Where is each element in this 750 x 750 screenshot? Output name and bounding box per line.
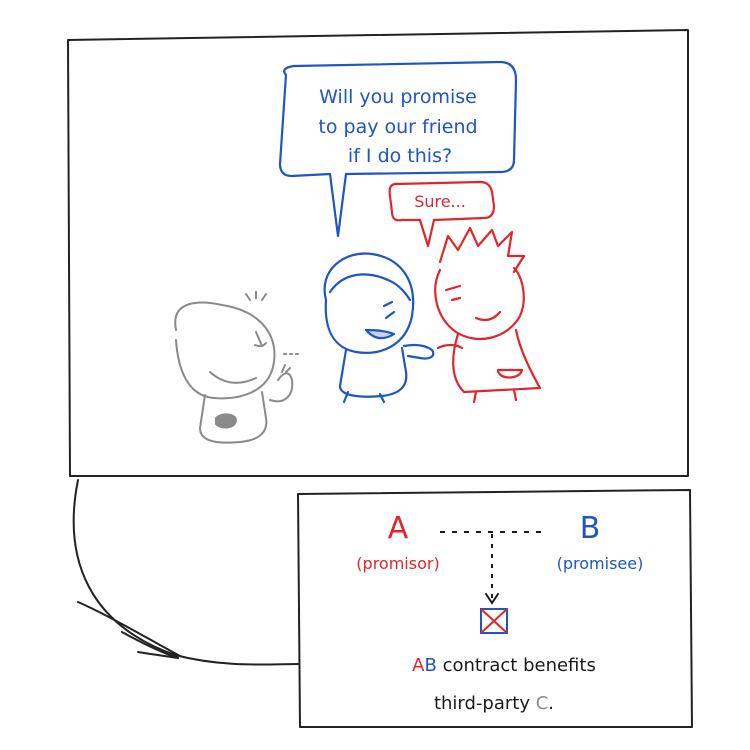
crossed-box-icon bbox=[480, 608, 508, 634]
red-speech-bubble: Sure... bbox=[388, 180, 496, 248]
party-a-label: A bbox=[388, 511, 409, 546]
blue-speech-bubble: Will you promise to pay our friend if I … bbox=[278, 60, 518, 238]
red-character bbox=[434, 226, 542, 404]
caption-c: C bbox=[536, 693, 549, 714]
red-speech-text: Sure... bbox=[414, 192, 466, 211]
gray-character bbox=[174, 291, 299, 444]
comic-canvas: Will you promise to pay our friend if I … bbox=[67, 29, 693, 728]
caption-line-1: AB contract benefits bbox=[412, 655, 596, 676]
blue-speech-line-1: Will you promise bbox=[319, 86, 477, 108]
party-a-role: (promisor) bbox=[356, 554, 439, 573]
caption-third-party: third-party bbox=[434, 693, 536, 714]
blue-character bbox=[323, 252, 435, 404]
caption-a: A bbox=[412, 655, 425, 676]
caption-mid: contract benefits bbox=[437, 655, 596, 676]
caption-line-2: third-party C. bbox=[434, 693, 554, 714]
blue-speech-line-3: if I do this? bbox=[348, 145, 452, 167]
caption-b: B bbox=[425, 655, 437, 676]
contract-diagram: A (promisor) B (promisee) AB contract be… bbox=[356, 511, 643, 714]
panel-connector bbox=[72, 479, 299, 666]
blue-speech-line-2: to pay our friend bbox=[318, 116, 477, 138]
party-b-role: (promisee) bbox=[557, 554, 644, 573]
caption-end: . bbox=[548, 693, 554, 714]
party-b-label: B bbox=[580, 511, 601, 546]
